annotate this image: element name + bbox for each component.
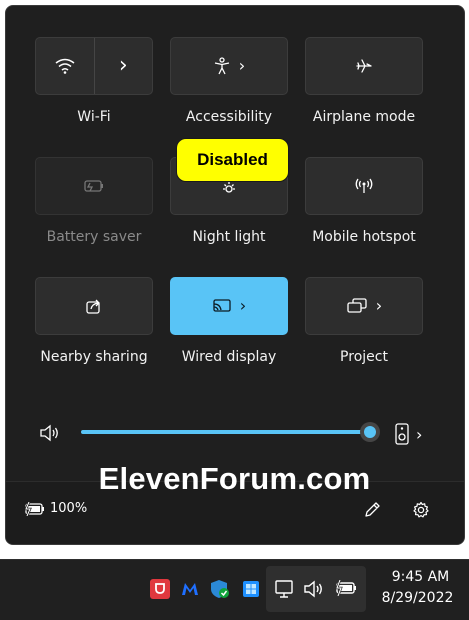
wifi-icon — [55, 58, 75, 74]
airplane-mode-label: Airplane mode — [312, 109, 416, 125]
hotspot-icon — [355, 178, 373, 193]
battery-charging-icon — [24, 502, 44, 516]
nearby-sharing-tile[interactable] — [35, 277, 153, 335]
volume-icon — [304, 580, 322, 598]
wifi-toggle[interactable] — [36, 38, 94, 94]
wifi-tile[interactable]: › — [35, 37, 153, 95]
volume-slider-track[interactable] — [81, 430, 371, 434]
speaker-icon[interactable] — [39, 424, 61, 442]
wired-display-tile[interactable]: › — [170, 277, 288, 335]
accessibility-tile[interactable]: › — [170, 37, 288, 95]
accessibility-icon — [214, 57, 229, 75]
chevron-right-icon: › — [375, 296, 383, 315]
airplane-icon — [356, 59, 372, 73]
accessibility-label: Accessibility — [185, 109, 273, 125]
battery-saver-label: Battery saver — [46, 229, 142, 245]
night-light-label: Night light — [192, 229, 266, 245]
project-icon — [347, 298, 367, 313]
battery-saver-icon — [84, 180, 103, 192]
chevron-right-icon: › — [239, 296, 247, 315]
windows-app-icon[interactable] — [241, 579, 261, 599]
clock-time[interactable]: 9:45 AM — [378, 569, 463, 585]
volume-slider-thumb[interactable] — [360, 422, 380, 442]
pocket-icon[interactable] — [150, 579, 170, 599]
malwarebytes-icon[interactable] — [180, 579, 200, 599]
wired-display-label: Wired display — [181, 349, 277, 365]
cast-icon — [213, 299, 231, 312]
battery-percentage: 100% — [50, 501, 88, 516]
wifi-label: Wi-Fi — [77, 109, 111, 125]
project-tile[interactable]: › — [305, 277, 423, 335]
battery-saver-tile[interactable] — [35, 157, 153, 215]
battery-icon — [335, 580, 356, 596]
watermark-text: ElevenForum.com — [98, 461, 371, 496]
project-label: Project — [340, 349, 388, 365]
chevron-right-icon: › — [238, 56, 246, 75]
system-tray-status-group[interactable] — [266, 566, 366, 612]
gear-icon[interactable] — [412, 501, 430, 519]
share-icon — [86, 299, 100, 314]
airplane-mode-tile[interactable] — [305, 37, 423, 95]
speaker-device-icon[interactable] — [394, 423, 410, 445]
mobile-hotspot-tile[interactable] — [305, 157, 423, 215]
wifi-expand-button[interactable]: › — [94, 38, 152, 94]
mobile-hotspot-label: Mobile hotspot — [312, 229, 416, 245]
disabled-tooltip: Disabled — [176, 138, 289, 182]
nearby-sharing-label: Nearby sharing — [40, 349, 148, 365]
clock-date[interactable]: 8/29/2022 — [370, 590, 465, 606]
pencil-icon[interactable] — [363, 501, 381, 519]
defender-icon[interactable] — [209, 578, 229, 598]
chevron-right-icon: › — [118, 53, 128, 78]
network-icon — [275, 580, 293, 598]
chevron-right-icon[interactable]: › — [416, 427, 422, 443]
